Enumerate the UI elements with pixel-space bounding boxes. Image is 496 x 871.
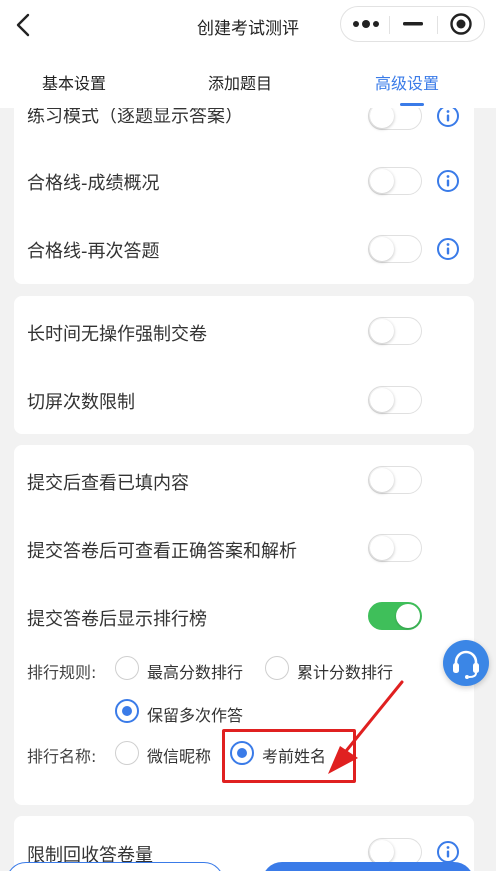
view-answers-switch[interactable]: [368, 534, 422, 562]
radio-highest-score[interactable]: [115, 656, 139, 680]
view-filled-label: 提交后查看已填内容: [27, 473, 189, 494]
ranking-name-label: 排行名称:: [27, 747, 97, 766]
pass-line-overview-label: 合格线-成绩概况: [27, 173, 160, 194]
pass-line-retry-switch[interactable]: [368, 235, 422, 263]
info-icon[interactable]: [436, 840, 460, 864]
view-filled-switch[interactable]: [368, 466, 422, 494]
active-tab-indicator: [400, 103, 424, 106]
wechat-nickname-option[interactable]: 微信昵称: [147, 743, 211, 767]
mini-program-capsule: [340, 6, 485, 42]
highest-score-option[interactable]: 最高分数排行: [147, 659, 243, 683]
info-icon[interactable]: [436, 169, 460, 193]
headset-icon: [453, 650, 479, 679]
tab-advanced-settings[interactable]: 高级设置: [375, 70, 439, 94]
tab-bar: 基本设置 添加题目 高级设置: [0, 50, 496, 108]
tab-add-questions[interactable]: 添加题目: [208, 70, 272, 94]
show-ranking-label: 提交答卷后显示排行榜: [27, 609, 207, 630]
practice-mode-label: 练习模式（逐题显示答案）: [27, 108, 243, 127]
customer-service-button[interactable]: [443, 640, 489, 686]
show-ranking-switch[interactable]: [368, 602, 422, 630]
annotation-arrow-icon: [328, 680, 404, 774]
info-icon[interactable]: [436, 237, 460, 261]
switch-screen-limit-label: 切屏次数限制: [27, 392, 135, 413]
tab-basic-settings[interactable]: 基本设置: [42, 70, 106, 94]
pass-line-retry-label: 合格线-再次答题: [27, 241, 160, 262]
settings-card-anticheat: 长时间无操作强制交卷 切屏次数限制: [14, 296, 474, 434]
ranking-rule-label: 排行规则:: [27, 663, 97, 682]
radio-wechat-nickname[interactable]: [115, 741, 139, 765]
keep-multiple-attempts-option[interactable]: 保留多次作答: [147, 702, 243, 726]
settings-card-practice: 练习模式（逐题显示答案） 合格线-成绩概况 合格线-再次答题: [14, 108, 474, 284]
force-submit-label: 长时间无操作强制交卷: [27, 324, 207, 345]
practice-mode-switch[interactable]: [368, 108, 422, 130]
pass-line-overview-switch[interactable]: [368, 167, 422, 195]
radio-keep-multiple-attempts[interactable]: [115, 699, 139, 723]
bottom-secondary-button[interactable]: [6, 862, 224, 871]
nav-bar: 创建考试测评: [0, 0, 496, 50]
minimize-icon[interactable]: [390, 7, 436, 41]
more-icon[interactable]: [343, 7, 389, 41]
radio-cumulative-score[interactable]: [265, 656, 289, 680]
view-answers-label: 提交答卷后可查看正确答案和解析: [27, 541, 297, 562]
switch-screen-limit-switch[interactable]: [368, 386, 422, 414]
info-icon[interactable]: [436, 108, 460, 128]
close-capsule-icon[interactable]: [438, 7, 484, 41]
bottom-primary-button[interactable]: [262, 862, 474, 871]
force-submit-switch[interactable]: [368, 317, 422, 345]
